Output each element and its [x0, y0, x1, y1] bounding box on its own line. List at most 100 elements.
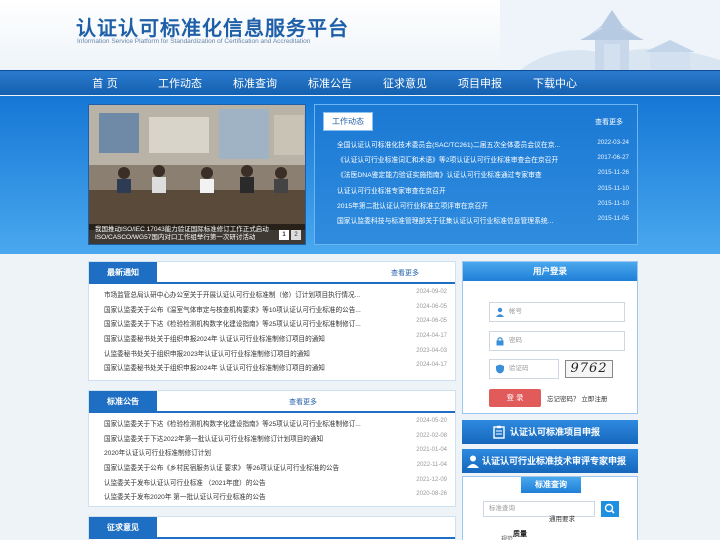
- nav-standard-notice[interactable]: 标准公告: [295, 71, 365, 96]
- notice-date: 2024-09-02: [416, 289, 447, 295]
- nav-project-apply[interactable]: 项目申报: [445, 71, 515, 96]
- notice-title[interactable]: 认监委关于发布认证认可行业标准 （2021年度）的公告: [104, 477, 266, 492]
- notice-title[interactable]: 国家认监委关于公布《温室气体审定与核查机构要求》等10项认证认可行业标准的公告.…: [104, 304, 361, 319]
- forgot-password-link[interactable]: 忘记密码？: [547, 396, 580, 403]
- search-tag[interactable]: 质量: [513, 529, 527, 539]
- login-panel: 用户登录 帐号 密码 验证码 9762 登 录 忘记密码？ 立即注册: [462, 261, 638, 414]
- search-input[interactable]: 标准查询: [483, 501, 595, 517]
- list-item[interactable]: 国家认监委秘书处关于组织申报2024年 认证认可行业标准制修订项目的通知 2024…: [104, 333, 447, 348]
- account-placeholder: 帐号: [509, 308, 522, 315]
- search-tag[interactable]: 规范: [501, 534, 513, 540]
- nav-home[interactable]: 首 页: [70, 71, 140, 96]
- news-title[interactable]: 2015年第二批认证认可行业标准立项评审在京召开: [337, 200, 488, 215]
- register-link[interactable]: 立即注册: [581, 396, 607, 403]
- notice-title[interactable]: 国家认监委关于下达2022年第一批认证认可行业标准制修订计划项目的通知: [104, 433, 323, 448]
- notice-title[interactable]: 市场监管总局认研中心办公室关于开展认证认可行业标准制（修）订计划项目执行情况..…: [104, 289, 360, 304]
- card-header: 征求意见: [89, 517, 455, 539]
- password-placeholder: 密码: [509, 337, 522, 344]
- captcha-field[interactable]: 验证码: [489, 359, 559, 379]
- news-title[interactable]: 全国认证认可标准化技术委员会(SAC/TC261)二届五次全体委员会议在京...: [337, 139, 560, 154]
- slide-page-1[interactable]: 1: [279, 230, 289, 240]
- consultation-tab[interactable]: 征求意见: [89, 517, 157, 539]
- latest-notice-tab[interactable]: 最新通知: [89, 262, 157, 284]
- list-item[interactable]: 国家认监委科技与标准管理部关于征集认证认可行业标准信息管理系统... 2015-1…: [337, 215, 629, 230]
- list-item[interactable]: 市场监管总局认研中心办公室关于开展认证认可行业标准制（修）订计划项目执行情况..…: [104, 289, 447, 304]
- lock-icon: [496, 337, 504, 346]
- expert-apply-button[interactable]: 认证认可行业标准技术审评专家申报: [462, 449, 638, 473]
- list-item[interactable]: 认监委秘书处关于组织申报2023年认证认可行业标准制修订项目的通知 2023-04…: [104, 348, 447, 363]
- search-title: 标准查询: [521, 477, 581, 493]
- news-title[interactable]: 《法医DNA鉴定能力验证实施指南》认证认可行业标准通过专家审查: [337, 169, 542, 184]
- list-item[interactable]: 国家认监委关于公布《乡村民宿服务认证 要求》 等26项认证认可行业标准的公告 20…: [104, 462, 447, 477]
- news-date: 2015-11-10: [597, 199, 629, 207]
- list-item[interactable]: 认监委关于发布认证认可行业标准 （2021年度）的公告 2021-12-09: [104, 477, 447, 492]
- card-header: 最新通知 查看更多: [89, 262, 455, 284]
- notice-title[interactable]: 国家认监委关于下达《检验检测机构数字化建设指南》等25项认证认可行业标准制修订.…: [104, 318, 361, 333]
- login-button[interactable]: 登 录: [489, 389, 541, 407]
- captcha-image[interactable]: 9762: [565, 360, 613, 378]
- news-title[interactable]: 《认证认可行业标准词汇和术语》等2项认证认可行业标准审查会在京召开: [337, 154, 558, 169]
- news-title[interactable]: 国家认监委科技与标准管理部关于征集认证认可行业标准信息管理系统...: [337, 215, 553, 230]
- standard-search-panel: 标准查询 标准查询 通用要求 质量 规范: [462, 476, 638, 540]
- standard-notice-list: 国家认监委关于下达《检验检测机构数字化建设指南》等25项认证认可行业标准制修订.…: [89, 413, 455, 506]
- notice-title[interactable]: 2020年认证认可行业标准制修订计划: [104, 447, 211, 462]
- list-item[interactable]: 国家认监委关于下达2022年第一批认证认可行业标准制修订计划项目的通知 2022-…: [104, 433, 447, 448]
- standard-notice-tab[interactable]: 标准公告: [89, 391, 157, 413]
- list-item[interactable]: 国家认监委关于公布《温室气体审定与核查机构要求》等10项认证认可行业标准的公告.…: [104, 304, 447, 319]
- list-item[interactable]: 认证认可行业标准专家审查在京召开 2015-11-10: [337, 185, 629, 200]
- search-icon: [604, 503, 615, 514]
- nav-standard-query[interactable]: 标准查询: [220, 71, 290, 96]
- notice-title[interactable]: 认监委秘书处关于组织申报2023年认证认可行业标准制修订项目的通知: [104, 348, 310, 363]
- account-field[interactable]: 帐号: [489, 302, 625, 322]
- latest-notice-more-link[interactable]: 查看更多: [391, 268, 419, 278]
- site-title: 认证认可标准化信息服务平台: [76, 16, 349, 40]
- latest-notice-list: 市场监管总局认研中心办公室关于开展认证认可行业标准制（修）订计划项目执行情况..…: [89, 284, 455, 377]
- search-hint: 通用要求: [549, 516, 575, 523]
- news-slider[interactable]: 我国推动ISO/IEC 17043能力验证国际标准修订工作正式启动 ISO/CA…: [88, 104, 306, 245]
- list-item[interactable]: 《认证认可行业标准词汇和术语》等2项认证认可行业标准审查会在京召开 2017-06…: [337, 154, 629, 169]
- list-item[interactable]: 2020年认证认可行业标准制修订计划 2021-01-04: [104, 447, 447, 462]
- work-news-more-link[interactable]: 查看更多: [595, 117, 623, 127]
- list-item[interactable]: 《法医DNA鉴定能力验证实施指南》认证认可行业标准通过专家审查 2015-11-2…: [337, 169, 629, 184]
- latest-notice-card: 最新通知 查看更多 市场监管总局认研中心办公室关于开展认证认可行业标准制（修）订…: [88, 261, 456, 381]
- card-header: 标准公告 查看更多: [89, 391, 455, 413]
- work-news-tab[interactable]: 工作动态: [323, 112, 373, 131]
- login-title: 用户登录: [463, 262, 637, 281]
- project-apply-button[interactable]: 认证认可标准项目申报: [462, 420, 638, 444]
- news-title[interactable]: 认证认可行业标准专家审查在京召开: [337, 185, 446, 200]
- notice-title[interactable]: 认监委关于发布2020年 第一批认证认可行业标准的公告: [104, 491, 266, 506]
- notice-title[interactable]: 国家认监委关于下达《检验检测机构数字化建设指南》等25项认证认可行业标准制修订.…: [104, 418, 361, 433]
- list-item[interactable]: 2015年第二批认证认可行业标准立项评审在京召开 2015-11-10: [337, 200, 629, 215]
- news-date: 2017-06-27: [597, 154, 629, 162]
- list-item[interactable]: 全国认证认可标准化技术委员会(SAC/TC261)二届五次全体委员会议在京...…: [337, 139, 629, 154]
- notice-date: 2024-06-05: [416, 318, 447, 325]
- search-button[interactable]: [601, 501, 619, 517]
- notice-title[interactable]: 国家认监委关于公布《乡村民宿服务认证 要求》 等26项认证认可行业标准的公告: [104, 462, 339, 477]
- project-apply-label: 认证认可标准项目申报: [510, 427, 601, 437]
- notice-title[interactable]: 国家认监委秘书处关于组织申报2024年 认证认可行业标准制修订项目的通知: [104, 362, 325, 377]
- work-news-list: 全国认证认可标准化技术委员会(SAC/TC261)二届五次全体委员会议在京...…: [337, 139, 629, 230]
- slide-caption[interactable]: 我国推动ISO/IEC 17043能力验证国际标准修订工作正式启动 ISO/CA…: [89, 224, 305, 244]
- slide-page-2[interactable]: 2: [291, 230, 301, 240]
- notice-date: 2020-08-26: [416, 491, 447, 498]
- standard-notice-more-link[interactable]: 查看更多: [289, 397, 317, 407]
- notice-date: 2022-02-08: [416, 432, 447, 439]
- expert-apply-label: 认证认可行业标准技术审评专家申报: [482, 456, 627, 466]
- nav-download[interactable]: 下载中心: [520, 71, 590, 96]
- news-date: 2015-11-10: [597, 184, 629, 192]
- list-item[interactable]: 国家认监委关于下达《检验检测机构数字化建设指南》等25项认证认可行业标准制修订.…: [104, 418, 447, 433]
- shield-icon: [496, 364, 504, 374]
- news-date: 2015-11-05: [597, 214, 629, 222]
- list-item[interactable]: 认监委关于发布2020年 第一批认证认可行业标准的公告 2020-08-26: [104, 491, 447, 506]
- notice-date: 2024-04-17: [416, 362, 447, 369]
- list-item[interactable]: 国家认监委关于下达《检验检测机构数字化建设指南》等25项认证认可行业标准制修订.…: [104, 318, 447, 333]
- password-field[interactable]: 密码: [489, 331, 625, 351]
- list-item[interactable]: 国家认监委秘书处关于组织申报2024年 认证认可行业标准制修订项目的通知 2024…: [104, 362, 447, 377]
- notice-title[interactable]: 国家认监委秘书处关于组织申报2024年 认证认可行业标准制修订项目的通知: [104, 333, 325, 348]
- notice-date: 2021-01-04: [416, 447, 447, 454]
- main-nav: 首 页 工作动态 标准查询 标准公告 征求意见 项目申报 下载中心: [0, 70, 720, 95]
- nav-consultation[interactable]: 征求意见: [370, 71, 440, 96]
- slide-pager: 1 2: [279, 230, 301, 240]
- login-links: 忘记密码？ 立即注册: [547, 393, 607, 403]
- nav-work-news[interactable]: 工作动态: [145, 71, 215, 96]
